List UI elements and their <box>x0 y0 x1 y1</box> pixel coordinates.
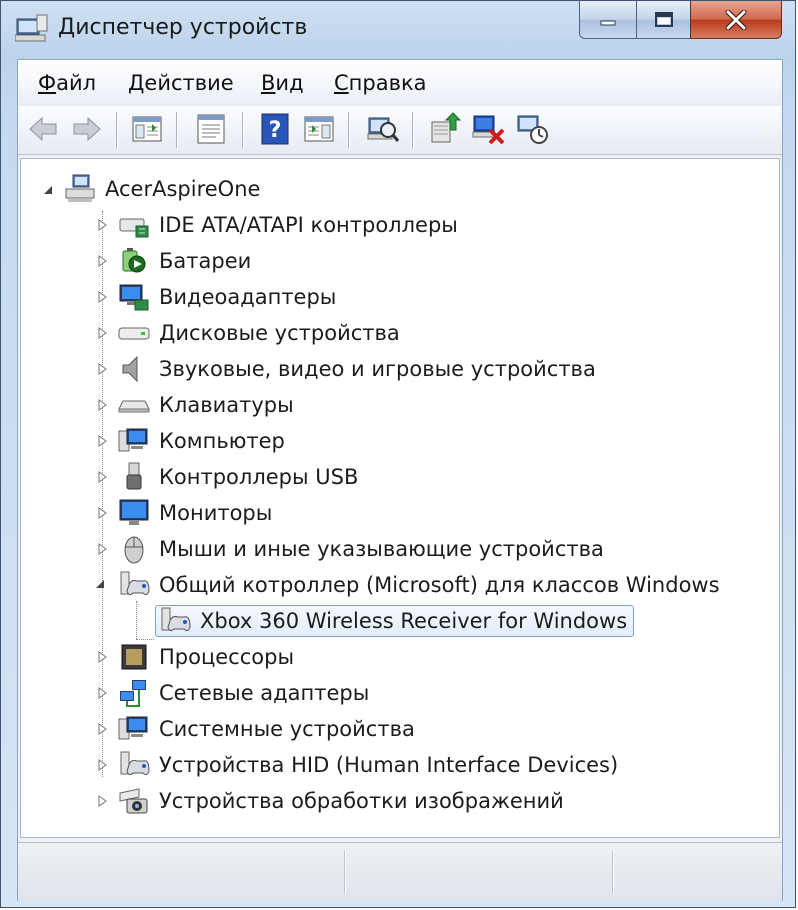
expand-arrow-icon[interactable] <box>95 326 109 340</box>
tree-item-ide-controllers[interactable]: IDE ATA/ATAPI контроллеры <box>117 208 458 242</box>
toolbar-separator <box>412 112 413 148</box>
show-hide-console-tree-icon[interactable] <box>130 112 164 146</box>
expand-arrow-icon[interactable] <box>95 218 109 232</box>
properties-icon[interactable] <box>194 112 228 146</box>
update-driver-icon[interactable] <box>428 112 462 146</box>
expand-arrow-icon[interactable] <box>95 398 109 412</box>
expand-arrow-icon[interactable] <box>95 470 109 484</box>
disk-drive-icon <box>118 327 150 340</box>
expand-arrow-icon[interactable] <box>95 506 109 520</box>
battery-icon <box>122 248 146 273</box>
expand-arrow-icon[interactable] <box>95 434 109 448</box>
toolbar-separator <box>116 112 117 148</box>
tree-item-disk-drives[interactable]: Дисковые устройства <box>117 316 400 350</box>
expand-arrow-icon[interactable] <box>95 686 109 700</box>
hid-icon <box>120 751 150 776</box>
close-icon <box>725 9 747 30</box>
toolbar-separator <box>348 112 349 148</box>
expand-arrow-icon[interactable] <box>95 254 109 268</box>
menu-bar: Файл Действие Вид Справка <box>18 60 782 107</box>
gamepad-device-icon <box>161 607 191 632</box>
title-bar[interactable]: Диспетчер устройств <box>1 1 797 59</box>
processor-icon <box>121 644 147 670</box>
tree-root-node[interactable]: AcerAspireOne <box>63 172 260 206</box>
maximize-icon <box>654 11 673 27</box>
display-adapter-icon <box>119 284 149 311</box>
gamepad-icon <box>120 571 150 596</box>
maximize-button[interactable] <box>636 1 691 39</box>
selected-item-highlight: Xbox 360 Wireless Receiver for Windows <box>155 605 635 637</box>
expand-arrow-icon[interactable] <box>95 542 109 556</box>
monitor-icon <box>119 499 149 525</box>
close-button[interactable] <box>690 1 782 39</box>
tree-item-usb-controllers[interactable]: Контроллеры USB <box>117 460 358 494</box>
tree-item-computer[interactable]: Компьютер <box>117 424 285 458</box>
minimize-button[interactable] <box>579 1 637 39</box>
minimize-icon <box>600 20 616 25</box>
keyboard-icon <box>118 400 150 413</box>
tree-item-display-adapters[interactable]: Видеоадаптеры <box>117 280 336 314</box>
tree-item-sound-video-game[interactable]: Звуковые, видео и игровые устройства <box>117 352 596 386</box>
expand-arrow-icon[interactable] <box>95 650 109 664</box>
toolbar: ? <box>18 106 782 155</box>
system-devices-icon <box>118 716 148 740</box>
expand-arrow-icon[interactable] <box>95 722 109 736</box>
imaging-device-icon <box>119 788 148 814</box>
speaker-icon <box>122 355 138 383</box>
computer-root-icon <box>65 174 95 202</box>
computer-icon <box>118 428 148 452</box>
network-adapter-icon <box>120 680 146 707</box>
menu-view[interactable]: Вид <box>261 71 304 95</box>
device-manager-icon <box>15 14 48 42</box>
tree-connector <box>136 601 137 639</box>
usb-icon <box>126 462 142 490</box>
tree-item-keyboards[interactable]: Клавиатуры <box>117 388 294 422</box>
help-icon[interactable]: ? <box>258 112 292 146</box>
expand-arrow-icon[interactable] <box>95 290 109 304</box>
tree-item-batteries[interactable]: Батареи <box>117 244 251 278</box>
back-arrow-icon[interactable] <box>26 112 60 146</box>
menu-action[interactable]: Действие <box>128 71 234 95</box>
expand-arrow-icon[interactable] <box>95 794 109 808</box>
expand-arrow-icon[interactable] <box>95 758 109 772</box>
forward-arrow-icon[interactable] <box>70 112 104 146</box>
window-title: Диспетчер устройств <box>58 15 308 40</box>
tree-item-system-devices[interactable]: Системные устройства <box>117 712 415 746</box>
tree-item-xbox-receiver[interactable]: Xbox 360 Wireless Receiver for Windows <box>155 604 635 638</box>
mouse-icon <box>124 536 144 564</box>
tree-item-mice[interactable]: Мыши и иные указывающие устройства <box>117 532 604 566</box>
toolbar-separator <box>176 112 177 148</box>
uninstall-device-icon[interactable] <box>472 112 506 146</box>
tree-item-monitors[interactable]: Мониторы <box>117 496 272 530</box>
action-pane-icon[interactable] <box>302 112 336 146</box>
tree-item-network-adapters[interactable]: Сетевые адаптеры <box>117 676 369 710</box>
device-manager-window: Диспетчер устройств Файл Действие Вид Сп… <box>0 0 796 908</box>
ide-controller-icon <box>119 218 149 238</box>
svg-text:?: ? <box>269 118 282 143</box>
collapse-arrow-icon[interactable] <box>93 577 107 591</box>
tree-item-windows-class-controller[interactable]: Общий котроллер (Microsoft) для классов … <box>117 568 720 602</box>
collapse-arrow-icon[interactable] <box>41 183 55 197</box>
toolbar-separator <box>242 112 243 148</box>
scan-hardware-changes-icon[interactable] <box>366 112 400 146</box>
expand-arrow-icon[interactable] <box>95 362 109 376</box>
device-tree: AcerAspireOne IDE ATA/ATAPI контроллеры <box>20 158 780 838</box>
status-bar <box>18 842 782 901</box>
status-pane <box>344 851 613 893</box>
menu-file[interactable]: Файл <box>38 71 96 95</box>
menu-help[interactable]: Справка <box>334 71 427 95</box>
client-area: Файл Действие Вид Справка ? AcerAspireOn… <box>17 59 783 901</box>
tree-root-label: AcerAspireOne <box>105 177 261 201</box>
tree-item-imaging-devices[interactable]: Устройства обработки изображений <box>117 784 564 818</box>
tree-item-processors[interactable]: Процессоры <box>117 640 294 674</box>
status-pane <box>612 851 781 893</box>
disable-device-icon[interactable] <box>516 112 550 146</box>
tree-item-hid[interactable]: Устройства HID (Human Interface Devices) <box>117 748 618 782</box>
